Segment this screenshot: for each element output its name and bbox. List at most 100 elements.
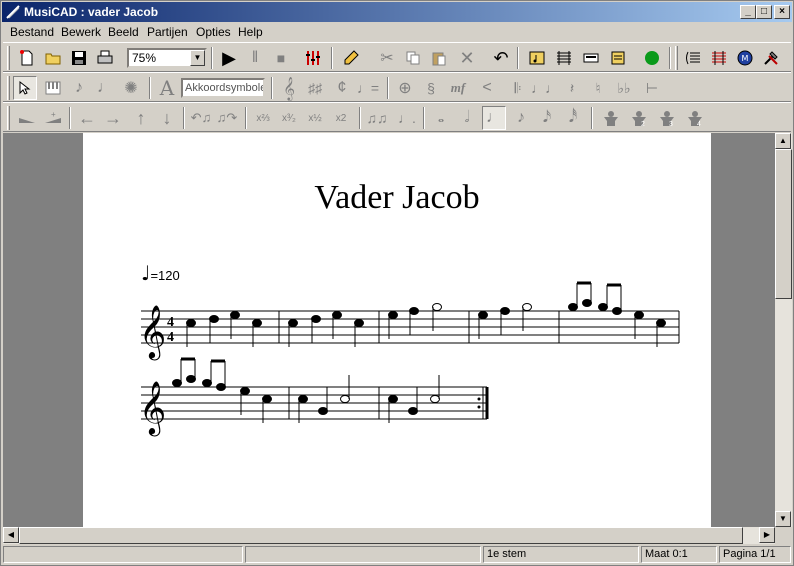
paste-button[interactable] <box>427 46 451 70</box>
scroll-left-button[interactable]: ◀ <box>3 527 19 543</box>
menu-beeld[interactable]: Beeld <box>108 25 139 39</box>
keyboard-button[interactable] <box>579 46 603 70</box>
duration-x12-button[interactable]: x½ <box>303 106 327 130</box>
duration-x23-button[interactable]: x⅔ <box>251 106 275 130</box>
minimize-button[interactable]: _ <box>740 5 756 19</box>
tempo-button[interactable]: ♩= <box>356 76 380 100</box>
notes-page-button[interactable] <box>606 46 630 70</box>
menu-opties[interactable]: Opties <box>196 25 231 39</box>
rest-button[interactable]: 𝄽 <box>560 76 584 100</box>
lower-button[interactable] <box>15 106 39 130</box>
horizontal-scroll-thumb[interactable] <box>19 527 743 544</box>
flip-stem-left-button[interactable]: ↶♫ <box>189 106 213 130</box>
delete-button[interactable]: ✕ <box>455 46 479 70</box>
edit-pencil-button[interactable] <box>339 46 363 70</box>
play-button[interactable]: ▶ <box>217 46 241 70</box>
voice-1-button[interactable] <box>599 106 623 130</box>
menu-partijen[interactable]: Partijen <box>147 25 188 39</box>
zoom-select[interactable]: 75% ▼ <box>127 48 207 68</box>
vertical-scrollbar[interactable]: ▲ ▼ <box>775 133 792 527</box>
close-button[interactable]: × <box>774 5 790 19</box>
select-tool-button[interactable] <box>13 76 37 100</box>
accidental-button[interactable]: ♮ <box>586 76 610 100</box>
staff-settings-button[interactable] <box>707 46 731 70</box>
toolbar-grip[interactable] <box>7 46 10 70</box>
quarter-note-button[interactable]: ♩ <box>482 106 506 130</box>
staff-button[interactable] <box>552 46 576 70</box>
crescendo-button[interactable]: < <box>475 76 499 100</box>
voice-4-button[interactable]: 4 <box>683 106 707 130</box>
score-workspace[interactable]: Vader Jacob ♩=120 𝄞 4 4 𝄞 <box>3 133 775 527</box>
metronome-button[interactable]: M <box>733 46 757 70</box>
scroll-up-button[interactable]: ▲ <box>775 133 791 149</box>
flip-stem-right-button[interactable]: ♫↷ <box>215 106 239 130</box>
menu-bestand[interactable]: Bestand <box>10 25 54 39</box>
menu-help[interactable]: Help <box>238 25 263 39</box>
voice-figure-3-icon: 3 <box>660 111 674 127</box>
key-signature-button[interactable]: ♯♯ <box>303 76 327 100</box>
undo-button[interactable]: ↶ <box>489 46 513 70</box>
repeat-button[interactable]: 𝄆 <box>506 76 530 100</box>
voice-3-button[interactable]: 3 <box>655 106 679 130</box>
menu-bewerk[interactable]: Bewerk <box>61 25 101 39</box>
stop-button[interactable]: ■ <box>269 46 293 70</box>
undo-icon: ↶ <box>493 47 509 68</box>
move-left-button[interactable]: ← <box>75 106 99 130</box>
vertical-scroll-thumb[interactable] <box>775 149 792 299</box>
beam-button[interactable]: ♫♫ <box>365 106 389 130</box>
tools-button[interactable] <box>759 46 783 70</box>
toolbar-grip[interactable] <box>7 76 10 100</box>
mixer-button[interactable] <box>301 46 325 70</box>
move-up-button[interactable]: ↑ <box>129 106 153 130</box>
new-file-button[interactable] <box>15 46 39 70</box>
duration-x2-button[interactable]: x2 <box>329 106 353 130</box>
toolbar-grip[interactable] <box>675 46 678 70</box>
voice-2-button[interactable]: 2 <box>627 106 651 130</box>
score-page[interactable]: Vader Jacob ♩=120 𝄞 4 4 𝄞 <box>83 133 711 527</box>
staff-system[interactable]: 𝄞 4 4 𝄞 <box>83 133 711 527</box>
open-file-button[interactable] <box>41 46 65 70</box>
copy-button[interactable] <box>401 46 425 70</box>
maximize-button[interactable]: □ <box>756 5 772 19</box>
grace-note-button[interactable]: ♪ <box>67 76 91 100</box>
chevron-down-icon[interactable]: ▼ <box>190 50 205 66</box>
scroll-right-button[interactable]: ▶ <box>759 527 775 543</box>
horizontal-scrollbar[interactable]: ◀ ▶ <box>3 527 775 544</box>
move-down-button[interactable]: ↓ <box>155 106 179 130</box>
sixteenth-note-button[interactable]: 𝅘𝅥𝅯 <box>535 106 559 130</box>
ornament-button[interactable]: ♩ <box>93 76 117 100</box>
cut-button[interactable]: ✂ <box>375 46 399 70</box>
pencil-icon <box>344 50 359 65</box>
duration-x32-button[interactable]: x³⁄₂ <box>277 106 301 130</box>
clef-button[interactable]: 𝄞 <box>277 76 301 100</box>
scroll-down-button[interactable]: ▼ <box>775 511 791 527</box>
eighth-note-button[interactable]: ♪ <box>509 106 533 130</box>
chord-symbol-input[interactable]: Akkoordsymbole <box>181 78 265 98</box>
toolbar-grip[interactable] <box>7 106 10 130</box>
raise-button[interactable]: + <box>41 106 65 130</box>
segno-button[interactable]: § <box>419 76 443 100</box>
thirtysecond-note-button[interactable]: 𝅘𝅥𝅰 <box>561 106 585 130</box>
score-folder-button[interactable] <box>525 46 549 70</box>
part-list-button[interactable] <box>681 46 705 70</box>
print-button[interactable] <box>93 46 117 70</box>
coda-button[interactable]: ⊕ <box>393 76 417 100</box>
dynamics-button[interactable]: mf <box>446 76 470 100</box>
line-tool-button[interactable]: ⊢ <box>640 76 664 100</box>
dotted-note-button[interactable]: ♩. <box>395 106 419 130</box>
line-bar-icon: ⊢ <box>645 79 659 96</box>
text-tool-button[interactable]: A <box>155 76 179 100</box>
record-button[interactable] <box>640 46 664 70</box>
quarter-note-icon: ♩ <box>486 109 502 126</box>
half-note-button[interactable]: 𝅗𝅥 <box>455 106 479 130</box>
double-flat-button[interactable]: ♭♭ <box>612 76 636 100</box>
piano-tool-button[interactable] <box>41 76 65 100</box>
tie-button[interactable]: ♩♩ <box>531 76 559 100</box>
time-signature-button[interactable]: ¢ <box>330 76 354 100</box>
move-right-button[interactable]: → <box>101 106 125 130</box>
whole-note-button[interactable]: 𝅝 <box>429 106 453 130</box>
save-button[interactable] <box>67 46 91 70</box>
staff-red-icon <box>712 51 726 65</box>
arpeggio-button[interactable]: ✺ <box>119 76 143 100</box>
pause-button[interactable]: ‖ <box>243 46 267 70</box>
